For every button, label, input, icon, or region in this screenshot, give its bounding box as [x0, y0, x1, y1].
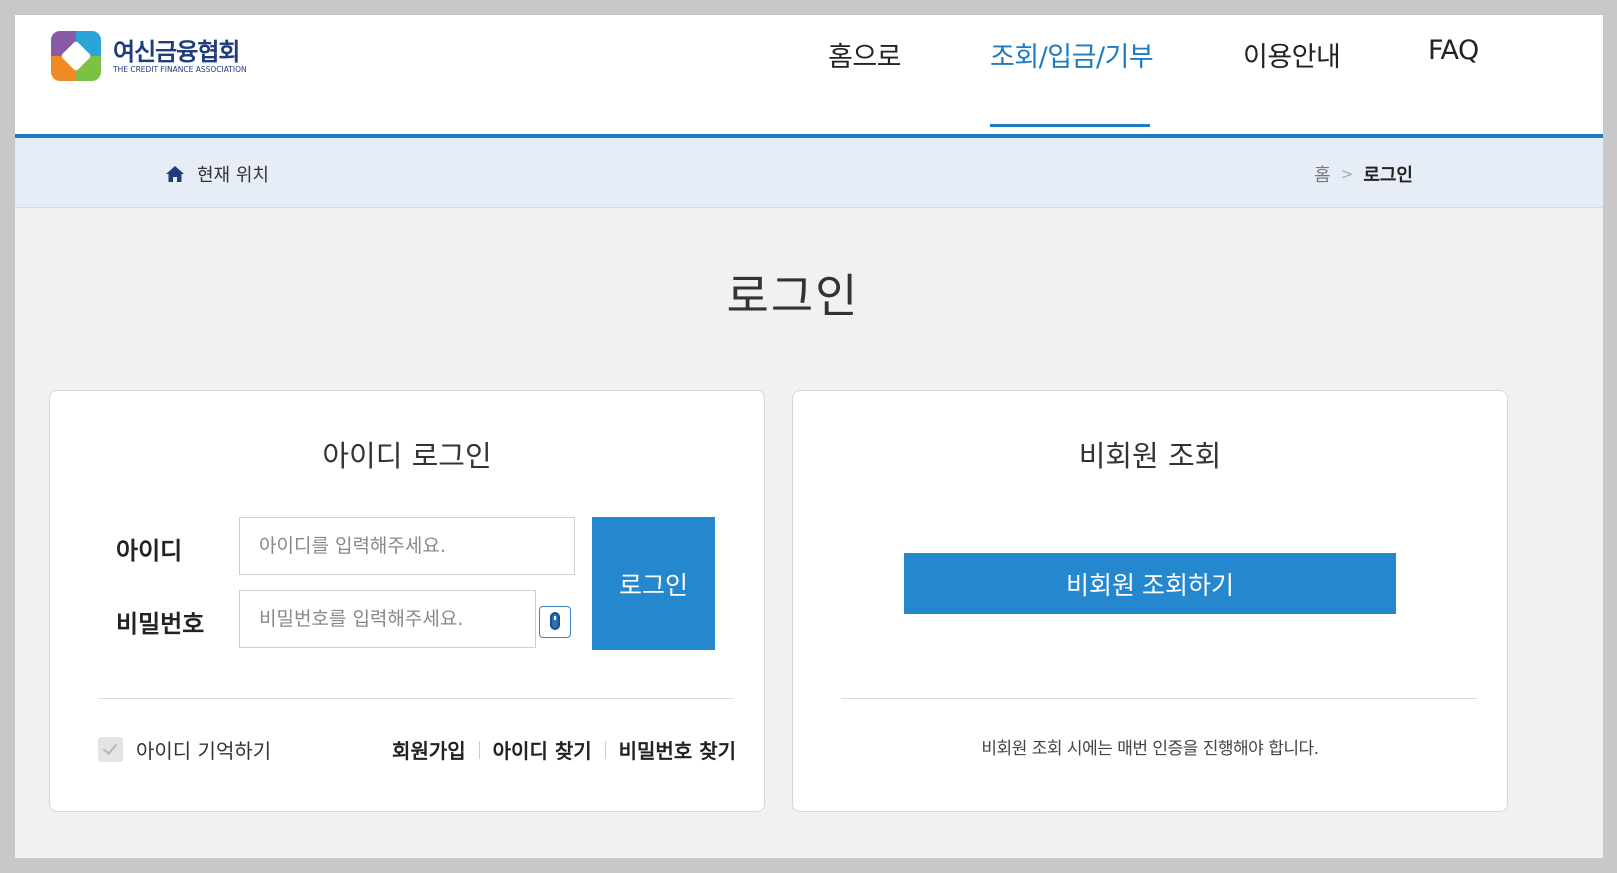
mouse-icon: [550, 612, 560, 630]
logo-mark-icon: [51, 31, 101, 81]
password-label: 비밀번호: [116, 610, 205, 638]
id-input[interactable]: [239, 517, 575, 575]
nav-faq[interactable]: FAQ: [1428, 35, 1479, 66]
nonmember-title: 비회원 조회: [1078, 439, 1222, 473]
site-logo[interactable]: 여신금융협회 THE CREDIT FINANCE ASSOCIATION: [51, 31, 247, 81]
login-button[interactable]: 로그인: [592, 517, 715, 650]
virtual-keyboard-button[interactable]: [539, 606, 571, 638]
id-label: 아이디: [116, 537, 183, 565]
page-title: 로그인: [726, 269, 860, 323]
divider: [98, 698, 734, 699]
nonmember-card: 비회원 조회 비회원 조회하기 비회원 조회 시에는 매번 인증을 진행해야 합…: [792, 390, 1508, 812]
remember-id-label: 아이디 기억하기: [136, 739, 272, 763]
nonmember-inquiry-button[interactable]: 비회원 조회하기: [904, 553, 1396, 614]
current-location: 현재 위치: [165, 161, 269, 187]
nav-guide[interactable]: 이용안내: [1243, 35, 1341, 74]
id-login-card: 아이디 로그인 아이디 비밀번호 로그인 아이디 기억하기 회원가입 아이디 찾…: [49, 390, 765, 812]
id-login-title: 아이디 로그인: [322, 439, 492, 473]
nav-inquiry-payment-donation[interactable]: 조회/입금/기부: [990, 35, 1154, 74]
breadcrumb-home[interactable]: 홈: [1314, 161, 1331, 187]
breadcrumb-current: 로그인: [1363, 165, 1413, 186]
link-separator: [604, 740, 606, 759]
logo-title: 여신금융협회: [113, 37, 240, 66]
find-id-link[interactable]: 아이디 찾기: [493, 735, 592, 764]
breadcrumb-separator: >: [1340, 165, 1354, 183]
link-separator: [478, 740, 480, 759]
nav-active-indicator: [990, 124, 1150, 127]
nav-home[interactable]: 홈으로: [828, 35, 902, 74]
breadcrumb-bar: 현재 위치 홈 > 로그인: [15, 138, 1603, 208]
site-header: 여신금융협회 THE CREDIT FINANCE ASSOCIATION 홈으…: [15, 15, 1603, 138]
logo-subtitle: THE CREDIT FINANCE ASSOCIATION: [113, 64, 247, 74]
account-links: 회원가입 아이디 찾기 비밀번호 찾기: [392, 735, 736, 764]
divider: [841, 698, 1477, 699]
signup-link[interactable]: 회원가입: [392, 735, 466, 764]
browser-viewport: 여신금융협회 THE CREDIT FINANCE ASSOCIATION 홈으…: [15, 15, 1603, 858]
password-input[interactable]: [239, 590, 536, 648]
remember-id-checkbox[interactable]: [98, 737, 123, 762]
breadcrumb: 홈 > 로그인: [1314, 161, 1413, 187]
nonmember-notice: 비회원 조회 시에는 매번 인증을 진행해야 합니다.: [981, 739, 1319, 759]
remember-id[interactable]: 아이디 기억하기: [98, 735, 271, 764]
home-icon: [166, 166, 184, 182]
find-password-link[interactable]: 비밀번호 찾기: [619, 735, 736, 764]
current-location-label: 현재 위치: [197, 165, 269, 186]
